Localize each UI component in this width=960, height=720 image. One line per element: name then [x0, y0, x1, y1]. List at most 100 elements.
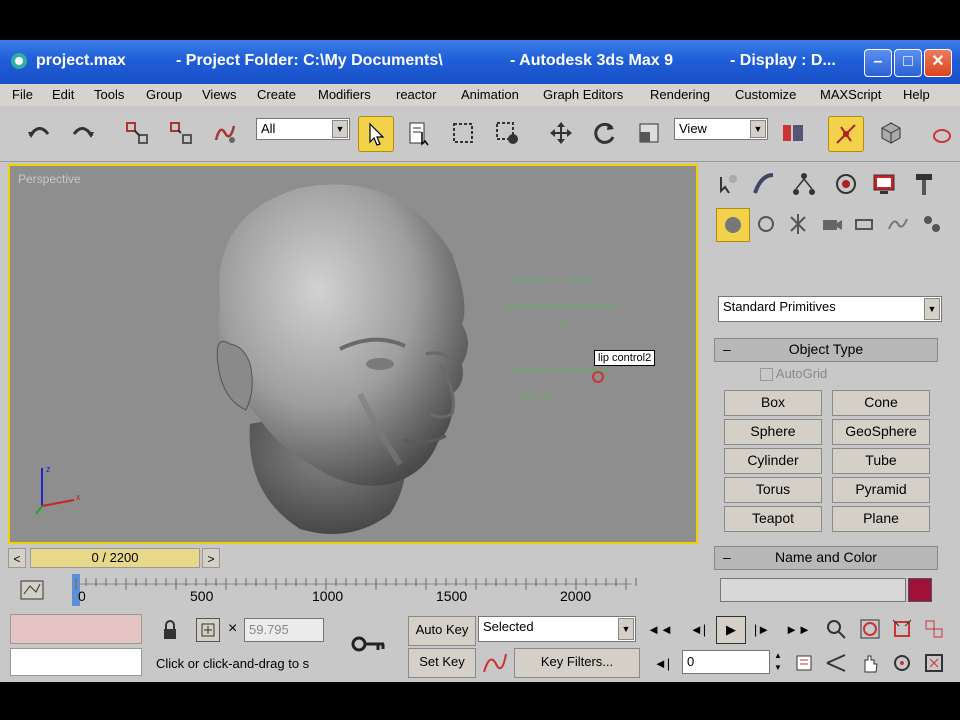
- menu-customize[interactable]: Customize: [735, 87, 796, 102]
- next-key-button[interactable]: |►: [748, 616, 776, 642]
- tab-motion[interactable]: [830, 168, 862, 200]
- window-crossing-button[interactable]: [490, 116, 524, 150]
- name-and-color-rollout[interactable]: – Name and Color: [714, 546, 938, 570]
- geosphere-button[interactable]: GeoSphere: [832, 419, 930, 445]
- cameras-category-button[interactable]: [816, 208, 848, 240]
- systems-category-button[interactable]: [916, 208, 948, 240]
- lip-control-helper[interactable]: ┄┄┄┄ ┄ ┄┄┄: [510, 271, 595, 288]
- undo-button[interactable]: [22, 116, 56, 150]
- menu-tools[interactable]: Tools: [94, 87, 124, 102]
- redo-button[interactable]: [66, 116, 100, 150]
- select-by-name-button[interactable]: [402, 116, 436, 150]
- set-key-button[interactable]: Set Key: [408, 648, 476, 678]
- plane-button[interactable]: Plane: [832, 506, 930, 532]
- menu-modifiers[interactable]: Modifiers: [318, 87, 371, 102]
- menu-animation[interactable]: Animation: [461, 87, 519, 102]
- arc-rotate-button[interactable]: [888, 650, 916, 676]
- box-button[interactable]: Box: [724, 390, 822, 416]
- go-to-start-button[interactable]: ◄◄: [646, 616, 674, 642]
- tab-utilities[interactable]: [908, 168, 940, 200]
- next-frame-button[interactable]: >: [202, 548, 220, 568]
- previous-frame-button[interactable]: <: [8, 548, 26, 568]
- zoom-extents-all-button[interactable]: [920, 616, 948, 642]
- object-color-swatch[interactable]: [908, 578, 932, 602]
- reference-coordinate-dropdown[interactable]: View ▼: [674, 118, 768, 140]
- lip-control-helper[interactable]: ┄┄ ┄: [520, 388, 553, 405]
- lip-control-helper[interactable]: ┄┄┄┄┄┄┄┄┄┄┄┄: [506, 298, 619, 315]
- torus-button[interactable]: Torus: [724, 477, 822, 503]
- selection-filter-dropdown[interactable]: All ▼: [256, 118, 350, 140]
- key-filters-button[interactable]: Key Filters...: [514, 648, 640, 678]
- menu-group[interactable]: Group: [146, 87, 182, 102]
- open-mini-curve-editor-button[interactable]: [18, 578, 46, 602]
- menu-graph-editors[interactable]: Graph Editors: [543, 87, 623, 102]
- time-configuration-button[interactable]: [790, 650, 818, 676]
- menu-file[interactable]: File: [12, 87, 33, 102]
- render-setup-button[interactable]: [874, 116, 908, 150]
- menu-rendering[interactable]: Rendering: [650, 87, 710, 102]
- key-mode-toggle-button[interactable]: ◄|: [648, 650, 676, 676]
- unlink-selection-button[interactable]: [164, 116, 198, 150]
- menu-help[interactable]: Help: [903, 87, 930, 102]
- tab-display[interactable]: [868, 168, 900, 200]
- cylinder-button[interactable]: Cylinder: [724, 448, 822, 474]
- default-in-out-tangents-button[interactable]: [480, 650, 508, 676]
- geometry-category-button[interactable]: [716, 208, 750, 242]
- absolute-mode-button[interactable]: [196, 618, 220, 642]
- select-and-rotate-button[interactable]: [588, 116, 622, 150]
- maximize-viewport-button[interactable]: [920, 650, 948, 676]
- pan-button[interactable]: [856, 650, 884, 676]
- field-of-view-button[interactable]: [822, 650, 850, 676]
- menu-views[interactable]: Views: [202, 87, 236, 102]
- pivot-center-button[interactable]: [776, 116, 810, 150]
- maxscript-listener-pink[interactable]: [10, 614, 142, 644]
- tube-button[interactable]: Tube: [832, 448, 930, 474]
- play-button[interactable]: ▶: [716, 616, 746, 644]
- autogrid-checkbox[interactable]: AutoGrid: [760, 366, 827, 382]
- object-type-rollout[interactable]: – Object Type: [714, 338, 938, 362]
- zoom-all-button[interactable]: [856, 616, 884, 642]
- time-slider[interactable]: < 0 / 2200 >: [8, 546, 698, 570]
- menu-create[interactable]: Create: [257, 87, 296, 102]
- menu-maxscript[interactable]: MAXScript: [820, 87, 881, 102]
- lip-control-helper[interactable]: ┄: [560, 316, 569, 333]
- select-and-move-button[interactable]: [544, 116, 578, 150]
- close-button[interactable]: ✕: [924, 49, 952, 77]
- key-mode-dropdown[interactable]: Selected ▼: [478, 616, 636, 642]
- viewport-label[interactable]: Perspective: [18, 172, 81, 186]
- head-model[interactable]: [190, 174, 490, 544]
- tab-create[interactable]: [712, 168, 744, 200]
- frame-spinner[interactable]: ▲ ▼: [772, 650, 784, 674]
- helpers-category-button[interactable]: [848, 208, 880, 240]
- zoom-button[interactable]: [822, 616, 850, 642]
- bind-to-space-warp-button[interactable]: [208, 116, 242, 150]
- auto-key-button[interactable]: Auto Key: [408, 616, 476, 646]
- sphere-button[interactable]: Sphere: [724, 419, 822, 445]
- teapot-button[interactable]: Teapot: [724, 506, 822, 532]
- shapes-category-button[interactable]: [750, 208, 782, 240]
- menu-reactor[interactable]: reactor: [396, 87, 436, 102]
- tab-modify[interactable]: [748, 168, 780, 200]
- minimize-button[interactable]: –: [864, 49, 892, 77]
- quick-render-button[interactable]: [922, 116, 956, 150]
- lights-category-button[interactable]: [782, 208, 814, 240]
- space-warps-category-button[interactable]: [882, 208, 914, 240]
- tab-hierarchy[interactable]: [788, 168, 820, 200]
- select-and-link-button[interactable]: [120, 116, 154, 150]
- zoom-extents-button[interactable]: [888, 616, 916, 642]
- selection-lock-button[interactable]: [158, 618, 182, 642]
- current-frame-field[interactable]: 0: [682, 650, 770, 674]
- perspective-viewport[interactable]: Perspective ┄┄┄┄ ┄ ┄┄┄ ┄┄┄┄┄┄┄┄┄┄┄┄ ┄ ┄┄…: [8, 164, 698, 544]
- rectangular-selection-button[interactable]: [446, 116, 480, 150]
- select-and-scale-button[interactable]: [632, 116, 666, 150]
- previous-key-button[interactable]: ◄|: [684, 616, 712, 642]
- select-object-button[interactable]: [358, 116, 394, 152]
- maxscript-listener-white[interactable]: [10, 648, 142, 676]
- object-name-field[interactable]: [720, 578, 906, 602]
- select-and-manipulate-button[interactable]: [828, 116, 864, 152]
- x-coordinate-field[interactable]: 59.795: [244, 618, 324, 642]
- menu-edit[interactable]: Edit: [52, 87, 74, 102]
- primitive-category-dropdown[interactable]: Standard Primitives ▼: [718, 296, 942, 322]
- pyramid-button[interactable]: Pyramid: [832, 477, 930, 503]
- go-to-end-button[interactable]: ►►: [784, 616, 812, 642]
